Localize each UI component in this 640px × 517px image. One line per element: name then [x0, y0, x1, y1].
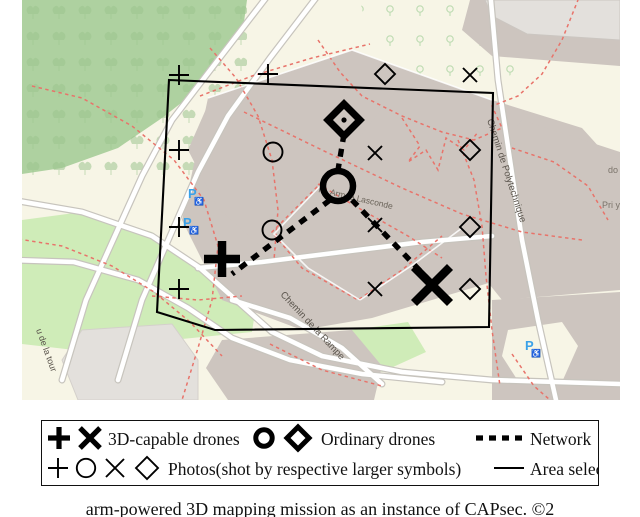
legend-entry-photos: Photos(shot by respective larger symbols…	[48, 455, 461, 481]
legend-label-photos: Photos(shot by respective larger symbols…	[168, 459, 461, 479]
svg-text:♿: ♿	[531, 348, 541, 358]
legend-svg: 3D-capable drones Ordinary drones Networ…	[48, 423, 598, 481]
svg-text:♿: ♿	[189, 225, 199, 235]
map-canvas[interactable]: Chemin de Polytechnique Chemin de la Ram…	[22, 0, 620, 400]
figure-container: Chemin de Polytechnique Chemin de la Ram…	[0, 0, 640, 517]
legend-box: 3D-capable drones Ordinary drones Networ…	[41, 420, 599, 486]
map-svg: Chemin de Polytechnique Chemin de la Ram…	[22, 0, 620, 400]
label-pri-y: Pri y	[602, 200, 620, 210]
legend-entry-area-selection: Area selec.	[494, 459, 598, 479]
legend-entry-ordinary-drones: Ordinary drones	[253, 423, 435, 453]
svg-text:♿: ♿	[194, 196, 204, 206]
figure-caption: arm-powered 3D mapping mission as an ins…	[85, 499, 555, 517]
label-do: do	[608, 165, 618, 175]
legend-label-3d-capable-drones: 3D-capable drones	[108, 429, 240, 449]
legend-entry-network: Network	[476, 429, 591, 449]
legend-label-ordinary-drones: Ordinary drones	[321, 429, 435, 449]
legend-label-area-selection: Area selec.	[530, 459, 598, 479]
legend-entry-3d-capable-drones: 3D-capable drones	[48, 426, 240, 450]
legend-label-network: Network	[530, 429, 591, 449]
